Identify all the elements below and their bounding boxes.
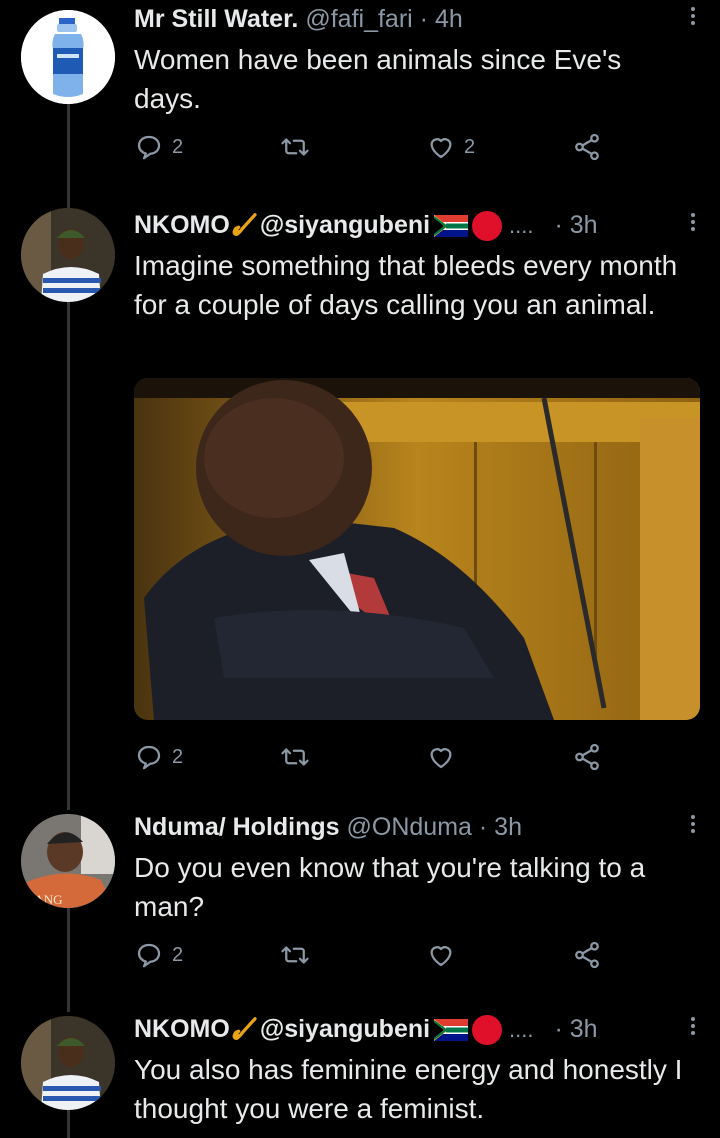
person-avatar-image: GANG	[21, 814, 115, 908]
separator: ·	[554, 1015, 563, 1043]
avatar[interactable]	[21, 208, 115, 302]
tweet[interactable]: GANG Nduma/ Holdings @ONduma · 3h Do you…	[0, 800, 720, 1006]
retweet-icon	[281, 138, 309, 156]
share-button[interactable]	[572, 938, 602, 972]
heart-icon	[430, 946, 452, 967]
reply-icon	[137, 135, 161, 160]
avatar[interactable]: GANG	[21, 814, 115, 908]
separator: ·	[478, 813, 488, 841]
reply-count: 2	[172, 943, 184, 966]
name-overflow: ....	[509, 213, 534, 238]
reply-icon	[137, 943, 161, 968]
reply-button[interactable]: 2	[134, 938, 183, 972]
author-handle[interactable]: @fafi_fari	[305, 5, 412, 33]
reply-count: 2	[172, 745, 184, 768]
share-icon	[575, 743, 599, 771]
name-overflow: ....	[509, 1017, 534, 1042]
like-button[interactable]	[426, 740, 456, 774]
tweet-text: Do you even know that you're talking to …	[134, 852, 646, 922]
timestamp[interactable]: 3h	[570, 1015, 598, 1043]
timestamp[interactable]: 3h	[570, 211, 598, 239]
separator: ·	[419, 5, 428, 33]
more-icon[interactable]	[686, 210, 700, 238]
svg-text:GANG: GANG	[25, 892, 63, 907]
water-bottle-avatar-image	[21, 10, 115, 104]
author-handle[interactable]: @ONduma	[347, 813, 472, 841]
like-button[interactable]: 2	[426, 130, 475, 164]
heart-icon	[430, 138, 452, 159]
tweet-text: Imagine something that bleeds every mont…	[134, 250, 678, 320]
tweet[interactable]: NKOMO @siyangubeni .... · 3h Imagine some…	[0, 200, 720, 800]
saxophone-emoji-icon	[232, 1017, 257, 1041]
avatar[interactable]	[21, 10, 115, 104]
reply-button[interactable]: 2	[134, 130, 183, 164]
share-button[interactable]	[572, 740, 602, 774]
tweet-photo[interactable]	[134, 378, 700, 720]
retweet-button[interactable]	[280, 740, 310, 774]
more-icon[interactable]	[686, 4, 700, 32]
author-handle[interactable]: @siyangubeni	[260, 211, 430, 239]
share-icon	[575, 941, 599, 969]
south-africa-flag-emoji-icon	[434, 215, 469, 238]
separator: ·	[554, 211, 563, 239]
author-handle[interactable]: @siyangubeni	[260, 1015, 430, 1043]
avatar[interactable]	[21, 1016, 115, 1110]
south-africa-flag-emoji-icon	[434, 1019, 469, 1042]
timestamp[interactable]: 3h	[494, 813, 522, 841]
author-name[interactable]: Nduma/ Holdings	[134, 813, 340, 841]
timestamp[interactable]: 4h	[435, 5, 463, 33]
saxophone-emoji-icon	[232, 213, 257, 237]
retweet-icon	[281, 946, 309, 964]
tweet-text: Women have been animals since Eve's days…	[134, 44, 622, 114]
more-icon[interactable]	[686, 1014, 700, 1042]
like-count: 2	[464, 135, 476, 158]
reply-icon	[137, 745, 161, 770]
like-button[interactable]	[426, 938, 456, 972]
retweet-button[interactable]	[280, 938, 310, 972]
author-name[interactable]: NKOMO	[134, 1015, 230, 1043]
man-in-suit-photo	[134, 378, 700, 720]
retweet-icon	[281, 748, 309, 766]
more-icon[interactable]	[686, 812, 700, 840]
retweet-button[interactable]	[280, 130, 310, 164]
author-name[interactable]: Mr Still Water.	[134, 5, 298, 33]
heart-icon	[430, 748, 452, 769]
person-avatar-image	[21, 1016, 115, 1110]
share-icon	[575, 133, 599, 161]
tweet-text: You also has feminine energy and honestl…	[134, 1054, 683, 1124]
red-circle-emoji-icon	[472, 1015, 503, 1046]
tweet[interactable]: NKOMO @siyangubeni .... · 3h You also has…	[0, 1006, 720, 1138]
author-name[interactable]: NKOMO	[134, 211, 230, 239]
share-button[interactable]	[572, 130, 602, 164]
red-circle-emoji-icon	[472, 211, 503, 242]
reply-button[interactable]: 2	[134, 740, 183, 774]
person-avatar-image	[21, 208, 115, 302]
reply-count: 2	[172, 135, 184, 158]
tweet[interactable]: Mr Still Water. @fafi_fari · 4h Women ha…	[0, 0, 720, 200]
